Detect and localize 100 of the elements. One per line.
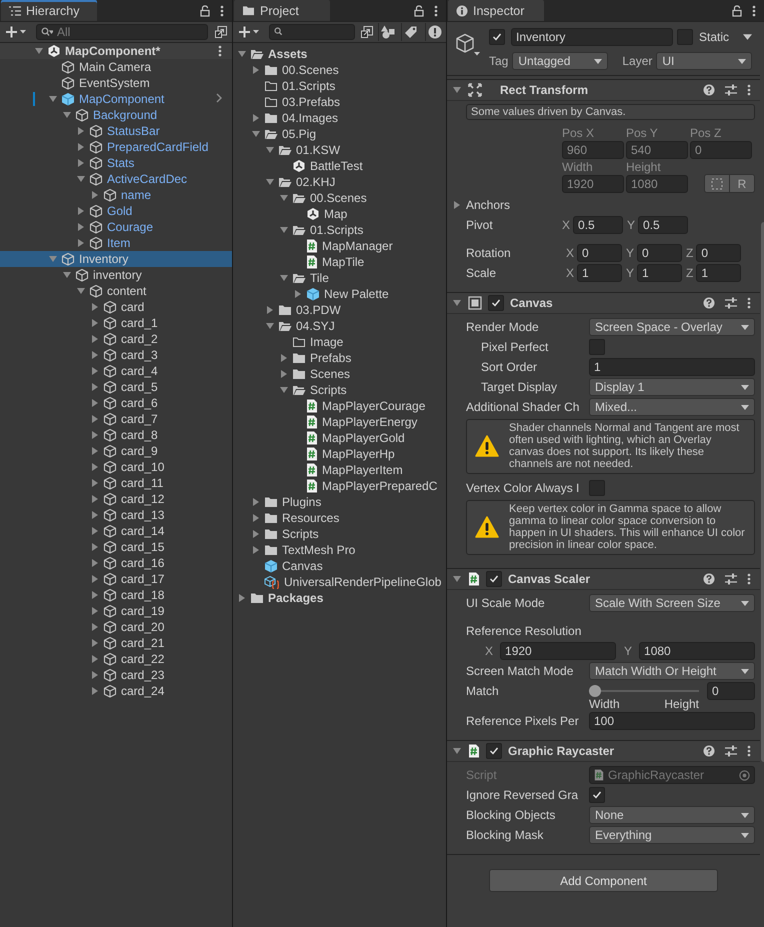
warning-filter-button[interactable] (424, 23, 444, 41)
dropdown[interactable]: Screen Space - Overlay (589, 318, 755, 336)
hierarchy-item[interactable]: card_9 (0, 443, 232, 459)
hierarchy-item[interactable]: card_19 (0, 603, 232, 619)
project-tab[interactable]: Project (234, 0, 330, 21)
dropdown[interactable]: UI (656, 52, 752, 70)
hierarchy-item[interactable]: card_3 (0, 347, 232, 363)
help-icon[interactable] (703, 84, 715, 96)
asset-item[interactable]: 01.Scripts (233, 78, 446, 94)
input-field[interactable]: 0 (577, 244, 622, 262)
more-menu-icon[interactable] (747, 297, 751, 309)
input-field[interactable]: 1 (589, 358, 755, 376)
collapsed-arrow-icon[interactable] (90, 526, 100, 536)
collapsed-arrow-icon[interactable] (90, 510, 100, 520)
input-field[interactable]: 0 (707, 682, 755, 700)
hierarchy-item[interactable]: Courage (0, 219, 232, 235)
expanded-arrow-icon[interactable] (452, 298, 462, 308)
asset-item[interactable]: MapPlayerHp (233, 446, 446, 462)
asset-item[interactable]: Prefabs (233, 350, 446, 366)
hierarchy-item[interactable]: Main Camera (0, 59, 232, 75)
property-label[interactable]: Anchors (466, 198, 510, 212)
collapsed-arrow-icon[interactable] (90, 558, 100, 568)
collapsed-arrow-icon[interactable] (90, 190, 100, 200)
hierarchy-item[interactable]: Stats (0, 155, 232, 171)
hierarchy-item[interactable]: EventSystem (0, 75, 232, 91)
expanded-arrow-icon[interactable] (265, 145, 275, 155)
hierarchy-item[interactable]: card_22 (0, 651, 232, 667)
checkbox[interactable] (589, 480, 605, 496)
expanded-arrow-icon[interactable] (452, 746, 462, 756)
asset-item[interactable]: Map (233, 206, 446, 222)
expanded-arrow-icon[interactable] (76, 174, 86, 184)
collapsed-arrow-icon[interactable] (76, 126, 86, 136)
collapsed-arrow-icon[interactable] (251, 65, 261, 75)
collapsed-arrow-icon[interactable] (237, 593, 247, 603)
expanded-arrow-icon[interactable] (48, 254, 58, 264)
dropdown[interactable]: Untagged (512, 52, 608, 70)
hierarchy-item[interactable]: card_8 (0, 427, 232, 443)
slider-thumb[interactable] (589, 685, 601, 697)
hierarchy-item[interactable]: card_13 (0, 507, 232, 523)
asset-item[interactable]: Plugins (233, 494, 446, 510)
hierarchy-item[interactable]: card_17 (0, 571, 232, 587)
hierarchy-item[interactable]: inventory (0, 267, 232, 283)
expanded-arrow-icon[interactable] (452, 85, 462, 95)
component-header[interactable]: Canvas Scaler (447, 568, 760, 590)
expanded-arrow-icon[interactable] (452, 574, 462, 584)
asset-item[interactable]: 03.Prefabs (233, 94, 446, 110)
hierarchy-item[interactable]: content (0, 283, 232, 299)
collapsed-arrow-icon[interactable] (76, 142, 86, 152)
checkbox[interactable] (589, 787, 605, 803)
hierarchy-item[interactable]: card_10 (0, 459, 232, 475)
more-menu-icon[interactable] (747, 84, 751, 96)
input-field[interactable]: 1 (696, 264, 742, 282)
add-component-button[interactable]: Add Component (489, 869, 718, 892)
dropdown[interactable]: Everything (589, 826, 755, 844)
asset-item[interactable]: 02.KHJ (233, 174, 446, 190)
collapsed-arrow-icon[interactable] (90, 478, 100, 488)
collapsed-arrow-icon[interactable] (76, 206, 86, 216)
help-icon[interactable] (703, 745, 715, 757)
hierarchy-item[interactable]: Background (0, 107, 232, 123)
input-field[interactable]: 1 (637, 264, 682, 282)
search-field[interactable]: All (36, 24, 208, 40)
inspector-tab[interactable]: Inspector (448, 0, 544, 21)
asset-item[interactable]: MapManager (233, 238, 446, 254)
collapsed-arrow-icon[interactable] (293, 289, 303, 299)
input-field[interactable]: 0 (690, 140, 752, 158)
collapsed-arrow-icon[interactable] (90, 430, 100, 440)
collapsed-arrow-icon[interactable] (90, 446, 100, 456)
collapsed-arrow-icon[interactable] (90, 542, 100, 552)
hierarchy-item[interactable]: name (0, 187, 232, 203)
asset-item[interactable]: 01.KSW (233, 142, 446, 158)
hierarchy-item[interactable]: card_4 (0, 363, 232, 379)
hierarchy-item[interactable]: Item (0, 235, 232, 251)
asset-item[interactable]: 03.PDW (233, 302, 446, 318)
static-checkbox[interactable] (677, 29, 693, 45)
presets-icon[interactable] (724, 84, 738, 96)
asset-item[interactable]: MapPlayerCourage (233, 398, 446, 414)
component-header[interactable]: Graphic Raycaster (447, 740, 760, 762)
collapsed-arrow-icon[interactable] (90, 366, 100, 376)
more-menu-icon[interactable] (434, 4, 438, 16)
collapsed-arrow-icon[interactable] (76, 222, 86, 232)
expanded-arrow-icon[interactable] (48, 94, 58, 104)
hierarchy-item[interactable]: card_21 (0, 635, 232, 651)
collapsed-arrow-icon[interactable] (90, 574, 100, 584)
asset-item[interactable]: Packages (233, 590, 446, 606)
input-field[interactable]: 0.5 (638, 216, 688, 234)
input-field[interactable]: 960 (562, 140, 624, 158)
expanded-arrow-icon[interactable] (265, 177, 275, 187)
cube-icon[interactable] (455, 33, 481, 57)
enabled-checkbox[interactable] (486, 743, 502, 759)
hierarchy-item[interactable]: MapComponent* (0, 43, 232, 59)
collapsed-arrow-icon[interactable] (265, 305, 275, 315)
hierarchy-item[interactable]: Gold (0, 203, 232, 219)
expanded-arrow-icon[interactable] (62, 110, 72, 120)
expanded-arrow-icon[interactable] (62, 270, 72, 280)
input-field[interactable]: 1 (577, 264, 622, 282)
chevron-right-icon[interactable] (216, 93, 222, 103)
expanded-arrow-icon[interactable] (34, 46, 44, 56)
presets-icon[interactable] (724, 297, 738, 309)
collapsed-arrow-icon[interactable] (90, 350, 100, 360)
input-field[interactable]: 1080 (626, 174, 688, 192)
